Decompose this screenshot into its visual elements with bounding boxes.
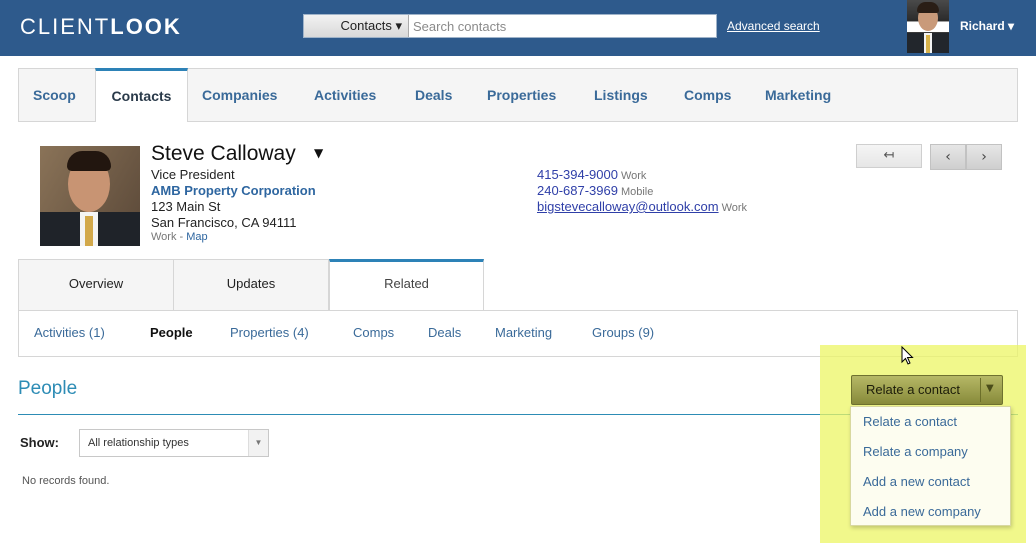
nav-tab-deals[interactable]: Deals (415, 69, 452, 121)
email-label: Work (721, 202, 748, 214)
top-header: CLIENTLOOK Contacts ▾ Advanced search Ri… (0, 0, 1036, 56)
chevron-down-icon[interactable]: ▼ (986, 383, 994, 394)
contact-photo (40, 146, 140, 246)
contact-subtabs: Overview Updates Related (18, 259, 484, 311)
nav-tab-contacts[interactable]: Contacts (95, 68, 188, 122)
nav-tab-listings[interactable]: Listings (594, 69, 648, 121)
menu-item-add-company[interactable]: Add a new company (863, 504, 981, 519)
avatar-hair (917, 2, 939, 13)
back-to-list-button[interactable]: ↤ (856, 144, 922, 168)
advanced-search-link[interactable]: Advanced search (727, 19, 820, 33)
nav-tab-scoop[interactable]: Scoop (33, 69, 76, 121)
related-comps[interactable]: Comps (353, 325, 394, 340)
related-deals[interactable]: Deals (428, 325, 461, 340)
contact-actions-caret-icon[interactable]: ▼ (314, 146, 323, 160)
logo-text-part1: CLIENT (20, 14, 111, 39)
phone-work-label: Work (620, 170, 647, 182)
main-navigation: Scoop Contacts Companies Activities Deal… (18, 68, 1018, 122)
relationship-type-select[interactable]: All relationship types ▼ (79, 429, 269, 457)
related-marketing[interactable]: Marketing (495, 325, 552, 340)
logo-text-part2: LOOK (110, 14, 182, 39)
empty-state-text: No records found. (22, 475, 110, 487)
nav-tab-marketing[interactable]: Marketing (765, 69, 831, 121)
phone-work-number[interactable]: 415-394-9000 (537, 167, 618, 182)
next-record-button[interactable]: › (966, 144, 1002, 170)
related-properties[interactable]: Properties (4) (230, 325, 309, 340)
menu-item-relate-contact[interactable]: Relate a contact (863, 414, 957, 429)
relate-contact-button-label: Relate a contact (866, 382, 960, 397)
relationship-type-value: All relationship types (88, 437, 189, 449)
related-groups[interactable]: Groups (9) (592, 325, 654, 340)
email-link[interactable]: bigstevecalloway@outlook.com (537, 199, 719, 214)
global-search: Contacts ▾ (303, 14, 717, 38)
button-split-divider (980, 378, 981, 402)
search-type-dropdown[interactable]: Contacts ▾ (304, 15, 409, 37)
contact-company-link[interactable]: AMB Property Corporation (151, 183, 316, 198)
address-type: Work - (151, 231, 187, 243)
relate-dropdown-menu: Relate a contact Relate a company Add a … (850, 406, 1011, 526)
phone-mobile: 240-687-3969 Mobile (537, 183, 653, 198)
chevron-down-icon: ▼ (248, 430, 268, 456)
tab-updates[interactable]: Updates (173, 259, 329, 311)
tab-overview[interactable]: Overview (18, 259, 174, 311)
contact-address-line2: San Francisco, CA 94111 (151, 215, 297, 230)
app-logo[interactable]: CLIENTLOOK (20, 14, 182, 40)
mouse-cursor-icon (901, 346, 914, 365)
nav-tab-comps[interactable]: Comps (684, 69, 731, 121)
show-filter-label: Show: (20, 435, 59, 450)
email-row: bigstevecalloway@outlook.com Work (537, 199, 747, 214)
contact-name: Steve Calloway (151, 142, 296, 165)
photo-tie (85, 216, 93, 246)
related-people[interactable]: People (150, 325, 193, 340)
phone-mobile-number[interactable]: 240-687-3969 (537, 183, 618, 198)
user-avatar[interactable] (907, 0, 949, 53)
previous-record-button[interactable]: ‹ (930, 144, 966, 170)
search-input[interactable] (409, 15, 716, 37)
menu-item-add-contact[interactable]: Add a new contact (863, 474, 970, 489)
tab-related[interactable]: Related (329, 259, 484, 311)
phone-work: 415-394-9000 Work (537, 167, 646, 182)
menu-item-relate-company[interactable]: Relate a company (863, 444, 968, 459)
contact-title: Vice President (151, 167, 235, 182)
user-menu[interactable]: Richard ▾ (960, 19, 1014, 33)
nav-tab-companies[interactable]: Companies (202, 69, 277, 121)
avatar-tie (926, 35, 930, 53)
related-activities[interactable]: Activities (1) (34, 325, 105, 340)
nav-tab-activities[interactable]: Activities (314, 69, 376, 121)
phone-mobile-label: Mobile (620, 186, 654, 198)
section-title: People (18, 378, 78, 399)
nav-tab-properties[interactable]: Properties (487, 69, 556, 121)
photo-hair (67, 151, 111, 171)
relate-contact-button[interactable]: Relate a contact ▼ (851, 375, 1003, 405)
address-meta: Work - Map (151, 231, 208, 243)
map-link[interactable]: Map (186, 231, 207, 243)
contact-address-line1: 123 Main St (151, 199, 221, 214)
